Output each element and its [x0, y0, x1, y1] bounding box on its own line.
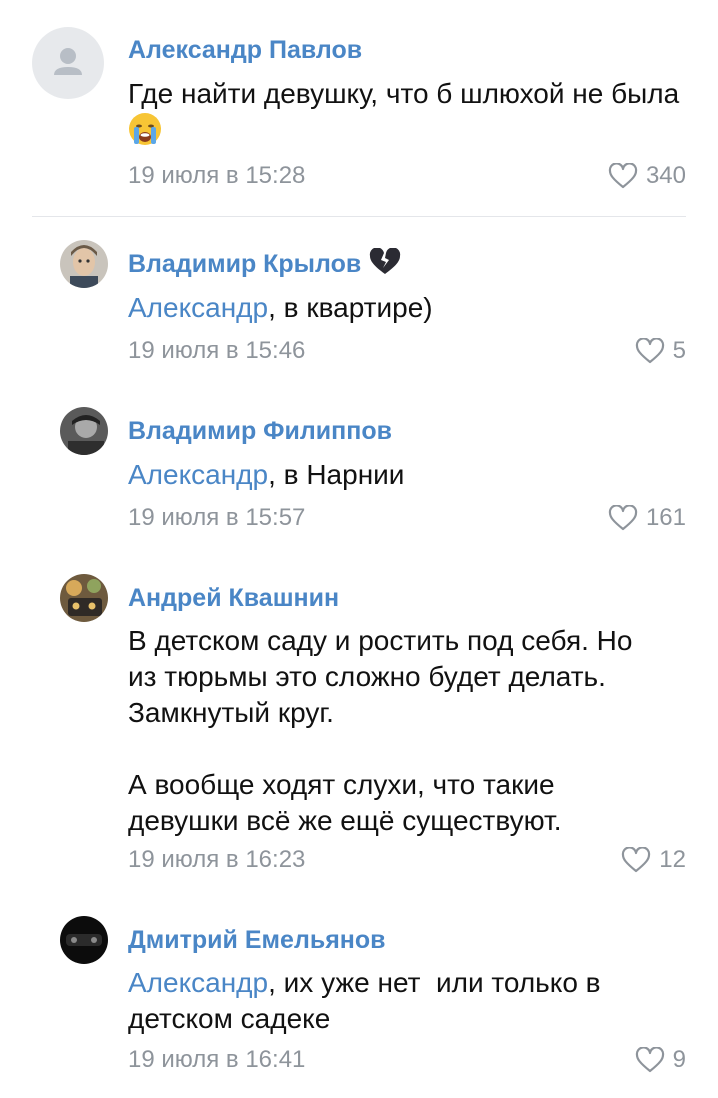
comment-body: , их уже нет или только в: [268, 967, 601, 998]
author-name[interactable]: Александр Павлов: [128, 35, 362, 65]
like-count: 161: [645, 504, 686, 531]
comment-text: Александр, в Нарнии: [128, 457, 688, 493]
comment-timestamp[interactable]: 19 июля в 15:46: [128, 336, 305, 366]
like-count: 12: [659, 846, 686, 873]
mention-link[interactable]: Александр: [128, 967, 268, 998]
comment-timestamp[interactable]: 19 июля в 15:28: [128, 161, 305, 191]
mention-link[interactable]: Александр: [128, 459, 268, 490]
like-button[interactable]: 12: [621, 845, 686, 875]
comment-text: В детском саду и ростить под себя. Но из…: [128, 623, 688, 839]
comment-line: В детском саду и ростить под себя. Но: [128, 625, 633, 656]
heart-icon: [608, 505, 638, 531]
author-name[interactable]: Владимир Филиппов: [128, 416, 392, 446]
comment-timestamp[interactable]: 19 июля в 15:57: [128, 503, 305, 533]
comment-text: Александр, их уже нет или только в детск…: [128, 965, 688, 1037]
user-placeholder-icon: [54, 48, 82, 75]
like-count: 9: [672, 1046, 686, 1073]
like-count: 5: [672, 337, 686, 364]
comment-body: , в Нарнии: [268, 459, 405, 490]
divider: [32, 216, 686, 217]
like-button[interactable]: 340: [608, 161, 686, 191]
like-button[interactable]: 161: [608, 503, 686, 533]
comment-text: Где найти девушку, что б шлюхой не была: [128, 76, 688, 155]
author-name[interactable]: Дмитрий Емельянов: [128, 925, 386, 955]
comment-text: Александр, в квартире): [128, 290, 688, 326]
avatar[interactable]: [60, 240, 108, 288]
comment-body: , в квартире): [268, 292, 433, 323]
author-name[interactable]: Андрей Квашнин: [128, 583, 339, 613]
comment-body: Где найти девушку, что б шлюхой не была: [128, 78, 680, 109]
comment-line: А вообще ходят слухи, что такие: [128, 769, 555, 800]
comment-line: детском садеке: [128, 1003, 331, 1034]
avatar[interactable]: [60, 916, 108, 964]
avatar[interactable]: [32, 27, 104, 99]
like-button[interactable]: 5: [635, 336, 686, 366]
avatar[interactable]: [60, 574, 108, 622]
heart-icon: [635, 338, 664, 364]
author-name-text: Владимир Крылов: [128, 250, 362, 278]
author-name[interactable]: Владимир Крылов: [128, 247, 402, 279]
comment-line: девушки всё же ещё существуют.: [128, 805, 562, 836]
broken-heart-icon: [368, 247, 402, 278]
heart-icon: [635, 1047, 664, 1073]
mention-link[interactable]: Александр: [128, 292, 268, 323]
comment-line: Замкнутый круг.: [128, 697, 334, 728]
avatar[interactable]: [60, 407, 108, 455]
comment-line: из тюрьмы это сложно будет делать.: [128, 661, 606, 692]
comment-line: Александр, их уже нет или только в: [128, 965, 688, 1001]
comment-timestamp[interactable]: 19 июля в 16:41: [128, 1045, 305, 1075]
crying-face-icon: [128, 112, 162, 155]
like-count: 340: [645, 162, 686, 189]
comment-timestamp[interactable]: 19 июля в 16:23: [128, 845, 305, 875]
like-button[interactable]: 9: [635, 1045, 686, 1075]
comment-line: [128, 731, 688, 767]
heart-icon: [608, 163, 638, 189]
heart-icon: [622, 847, 651, 873]
